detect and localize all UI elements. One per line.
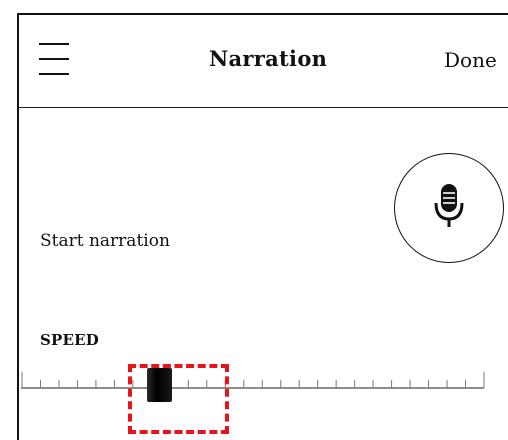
header-bar: Narration Done	[19, 15, 508, 108]
speed-slider-thumb[interactable]	[147, 368, 172, 402]
page-title: Narration	[209, 46, 328, 71]
speed-label: SPEED	[40, 331, 99, 349]
start-narration-label: Start narration	[40, 231, 170, 251]
slider-track	[21, 372, 485, 389]
speed-slider[interactable]	[21, 358, 486, 402]
microphone-icon	[434, 184, 464, 227]
done-button[interactable]: Done	[444, 48, 497, 72]
start-narration-button[interactable]	[394, 153, 504, 263]
hamburger-menu-icon[interactable]	[39, 43, 69, 77]
